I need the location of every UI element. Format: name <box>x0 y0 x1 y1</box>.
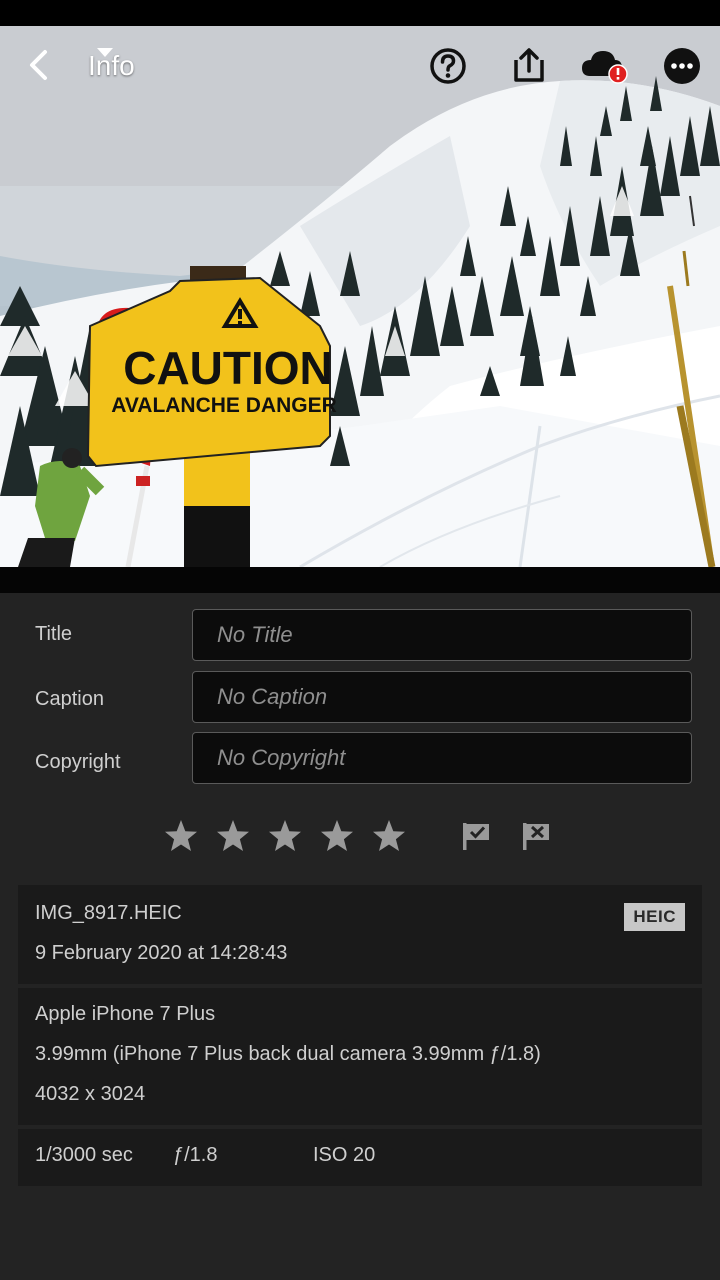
star-icon[interactable] <box>215 818 251 854</box>
share-button[interactable] <box>508 46 548 86</box>
caret-down-icon <box>97 48 113 57</box>
flag-pick-icon[interactable] <box>460 820 492 852</box>
copyright-field[interactable] <box>192 732 692 784</box>
cloud-sync-button[interactable] <box>580 46 630 86</box>
photo-illustration: CAUTION AVALANCHE DANGER <box>0 26 720 567</box>
status-bar <box>0 0 720 26</box>
title-label: Title <box>35 623 73 645</box>
help-button[interactable] <box>428 46 468 86</box>
star-icon[interactable] <box>163 818 199 854</box>
image-dimensions: 4032 x 3024 <box>35 1083 146 1105</box>
top-bar: Info <box>0 36 720 96</box>
star-icon[interactable] <box>371 818 407 854</box>
aperture: ƒ/1.8 <box>173 1144 218 1166</box>
flag-reject-icon[interactable] <box>520 820 552 852</box>
back-button[interactable] <box>22 48 56 82</box>
filename: IMG_8917.HEIC <box>35 902 182 924</box>
chevron-left-icon <box>30 50 47 80</box>
photo-preview[interactable]: CAUTION AVALANCHE DANGER Info <box>0 26 720 567</box>
caption-label: Caption <box>35 688 104 710</box>
title-dropdown[interactable]: Info <box>88 46 135 86</box>
caption-field[interactable] <box>192 671 692 723</box>
more-options-button[interactable] <box>662 46 702 86</box>
camera-model: Apple iPhone 7 Plus <box>35 1003 216 1025</box>
caption-row: Caption <box>0 671 720 727</box>
star-icon[interactable] <box>319 818 355 854</box>
iso: ISO 20 <box>313 1144 376 1166</box>
rating-row <box>0 812 720 862</box>
copyright-label: Copyright <box>35 751 121 773</box>
title-field[interactable] <box>192 609 692 661</box>
title-row: Title <box>0 609 720 665</box>
share-icon <box>514 48 544 82</box>
camera-info-panel: Apple iPhone 7 Plus 3.99mm (iPhone 7 Plu… <box>18 988 702 1125</box>
cloud-error-icon <box>582 51 628 84</box>
format-badge: HEIC <box>624 903 685 931</box>
sign-text-avalanche: AVALANCHE DANGER <box>111 394 337 417</box>
exposure-panel: 1/3000 sec ƒ/1.8 ISO 20 <box>18 1129 702 1186</box>
more-icon <box>664 48 700 84</box>
photo-separator <box>0 567 720 593</box>
lens-info: 3.99mm (iPhone 7 Plus back dual camera 3… <box>35 1043 541 1065</box>
file-info-panel: IMG_8917.HEIC HEIC 9 February 2020 at 14… <box>18 885 702 984</box>
capture-date: 9 February 2020 at 14:28:43 <box>35 942 288 964</box>
shutter-speed: 1/3000 sec <box>35 1144 133 1166</box>
help-icon <box>430 48 466 84</box>
copyright-row: Copyright <box>0 732 720 788</box>
sign-text-caution: CAUTION <box>123 342 333 394</box>
star-icon[interactable] <box>267 818 303 854</box>
